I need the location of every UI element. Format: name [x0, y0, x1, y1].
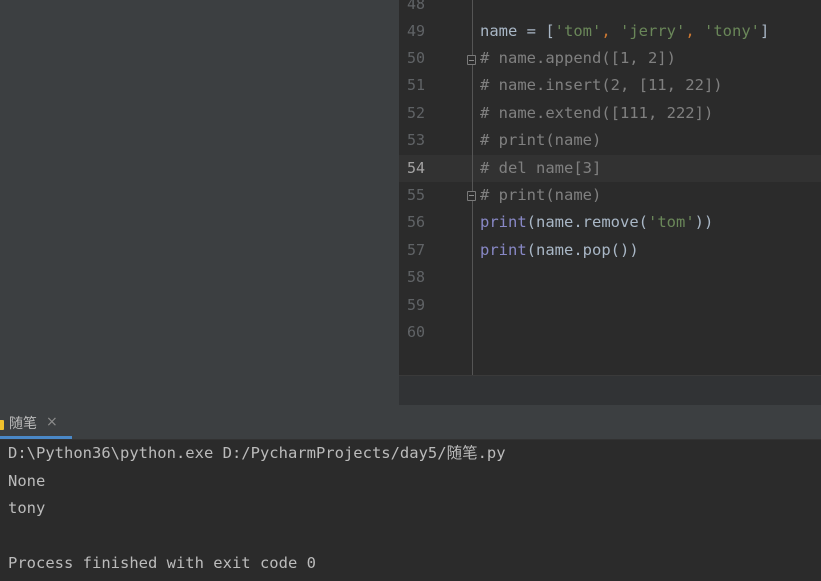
python-file-icon — [0, 420, 4, 430]
builtin-print: print — [480, 241, 527, 259]
line-number: 49 — [406, 22, 425, 40]
editor-line[interactable]: 57 print(name.pop()) — [399, 237, 821, 264]
string-literal: 'tony' — [704, 22, 760, 40]
editor-line[interactable]: 51 # name.insert(2, [11, 22]) — [399, 72, 821, 99]
run-tab-label: 随笔 — [9, 416, 37, 432]
line-number: 48 — [406, 0, 425, 13]
token: ] — [760, 22, 770, 40]
builtin-print: print — [480, 213, 527, 231]
editor-line[interactable]: 58 — [399, 264, 821, 291]
code-comment: # print(name) — [480, 131, 602, 149]
token: name = [ — [480, 22, 555, 40]
token: )) — [694, 213, 714, 231]
run-console[interactable]: D:\Python36\python.exe D:/PycharmProject… — [0, 440, 821, 581]
string-literal: 'jerry' — [620, 22, 686, 40]
console-line: None — [8, 472, 46, 490]
editor-line[interactable]: 60 — [399, 319, 821, 346]
editor-line[interactable]: 48 — [399, 0, 821, 18]
code-text: name = ['tom', 'jerry', 'tony'] — [480, 18, 769, 45]
editor-line[interactable]: 53 # print(name) — [399, 127, 821, 154]
editor-bottom-area — [399, 375, 821, 406]
string-literal: 'tom' — [554, 22, 602, 40]
editor-line-current[interactable]: 54 # del name[3] — [399, 155, 821, 182]
editor-line[interactable]: 52 # name.extend([111, 222]) — [399, 100, 821, 127]
line-number: 56 — [406, 213, 425, 231]
line-number: 60 — [406, 323, 425, 341]
editor-line[interactable]: 49 name = ['tom', 'jerry', 'tony'] — [399, 18, 821, 45]
token: (name.pop()) — [526, 241, 639, 259]
fold-end-icon[interactable] — [467, 191, 476, 201]
close-icon[interactable]: × — [46, 414, 58, 430]
code-comment: # del name[3] — [480, 159, 602, 177]
token: (name.remove( — [526, 213, 648, 231]
line-number: 57 — [406, 241, 425, 259]
line-number: 58 — [406, 268, 425, 286]
editor-line[interactable]: 59 — [399, 292, 821, 319]
line-number: 59 — [406, 296, 425, 314]
line-number: 54 — [406, 159, 425, 177]
code-editor[interactable]: 48 49 name = ['tom', 'jerry', 'tony'] 50… — [399, 0, 821, 375]
comma: , — [685, 22, 704, 40]
editor-line[interactable]: 56 print(name.remove('tom')) — [399, 209, 821, 236]
fold-collapse-icon[interactable] — [467, 55, 476, 65]
line-number: 52 — [406, 104, 425, 122]
editor-line[interactable]: 55 # print(name) — [399, 182, 821, 209]
project-tool-window — [0, 0, 400, 405]
run-tool-window-header: 随笔 × — [0, 405, 821, 440]
run-tab[interactable]: 随笔 × — [0, 411, 72, 439]
console-line: Process finished with exit code 0 — [8, 554, 316, 572]
code-comment: # name.insert(2, [11, 22]) — [480, 76, 723, 94]
line-number: 53 — [406, 131, 425, 149]
comma: , — [601, 22, 620, 40]
console-line: tony — [8, 499, 46, 517]
string-literal: 'tom' — [648, 213, 695, 231]
line-number: 50 — [406, 49, 425, 67]
code-comment: # name.extend([111, 222]) — [480, 104, 714, 122]
line-number: 55 — [406, 186, 425, 204]
code-text: print(name.remove('tom')) — [480, 209, 713, 236]
code-text: print(name.pop()) — [480, 237, 639, 264]
code-comment: # print(name) — [480, 186, 602, 204]
line-number: 51 — [406, 76, 425, 94]
code-comment: # name.append([1, 2]) — [480, 49, 676, 67]
editor-line[interactable]: 50 # name.append([1, 2]) — [399, 45, 821, 72]
console-line: D:\Python36\python.exe D:/PycharmProject… — [8, 444, 506, 462]
